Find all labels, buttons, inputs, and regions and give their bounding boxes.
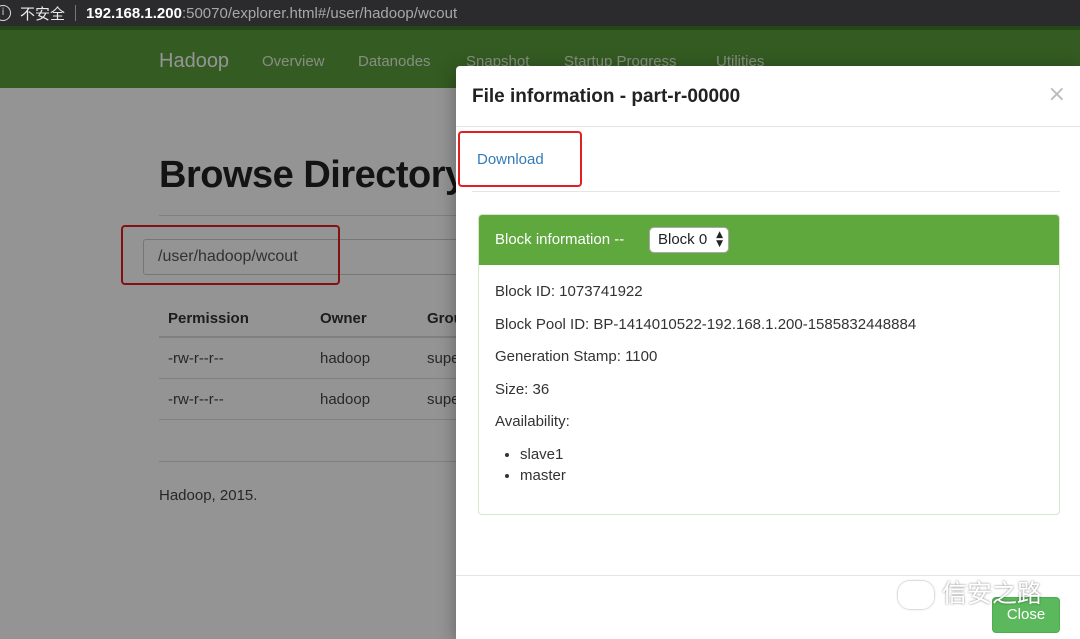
- info-icon[interactable]: i: [0, 5, 11, 21]
- block-info-label: Block information --: [495, 231, 625, 248]
- close-icon[interactable]: ×: [1048, 82, 1066, 107]
- divider: [472, 191, 1060, 192]
- generation-stamp: Generation Stamp: 1100: [495, 348, 658, 365]
- node-list: slave1 master: [495, 446, 916, 489]
- separator: [75, 5, 77, 21]
- modal-header: File information - part-r-00000 ×: [456, 66, 1080, 127]
- block-info-panel: Block information -- Block 0 ▲ ▼ Block ID…: [478, 214, 1060, 515]
- block-select[interactable]: Block 0 ▲ ▼: [649, 227, 729, 253]
- block-select-value: Block 0: [658, 231, 708, 248]
- insecure-label: 不安全: [20, 5, 66, 23]
- list-item: master: [520, 467, 916, 489]
- block-id: Block ID: 1073741922: [495, 283, 643, 300]
- size: Size: 36: [495, 380, 550, 398]
- watermark-text: 信安之路: [942, 580, 1043, 608]
- block-info-body: Block ID: 1073741922 Block Pool ID: BP-1…: [495, 283, 916, 489]
- list-item: slave1: [520, 446, 916, 468]
- highlight-box-download: [458, 131, 582, 187]
- block-info-heading: Block information -- Block 0 ▲ ▼: [479, 215, 1059, 265]
- modal-title: File information - part-r-00000: [472, 86, 741, 107]
- select-arrows-icon: ▲ ▼: [716, 230, 723, 249]
- wechat-icon: [898, 581, 934, 610]
- url-path: :50070/explorer.html#/user/hadoop/wcout: [181, 4, 458, 22]
- browser-address-bar[interactable]: i 不安全 192.168.1.200:50070/explorer.html#…: [0, 0, 1080, 26]
- availability-label: Availability:: [495, 413, 570, 430]
- url-host: 192.168.1.200: [86, 4, 182, 22]
- watermark: 信安之路: [898, 574, 1042, 610]
- url-text[interactable]: 192.168.1.200:50070/explorer.html#/user/…: [86, 5, 457, 22]
- block-pool-id: Block Pool ID: BP-1414010522-192.168.1.2…: [495, 315, 917, 333]
